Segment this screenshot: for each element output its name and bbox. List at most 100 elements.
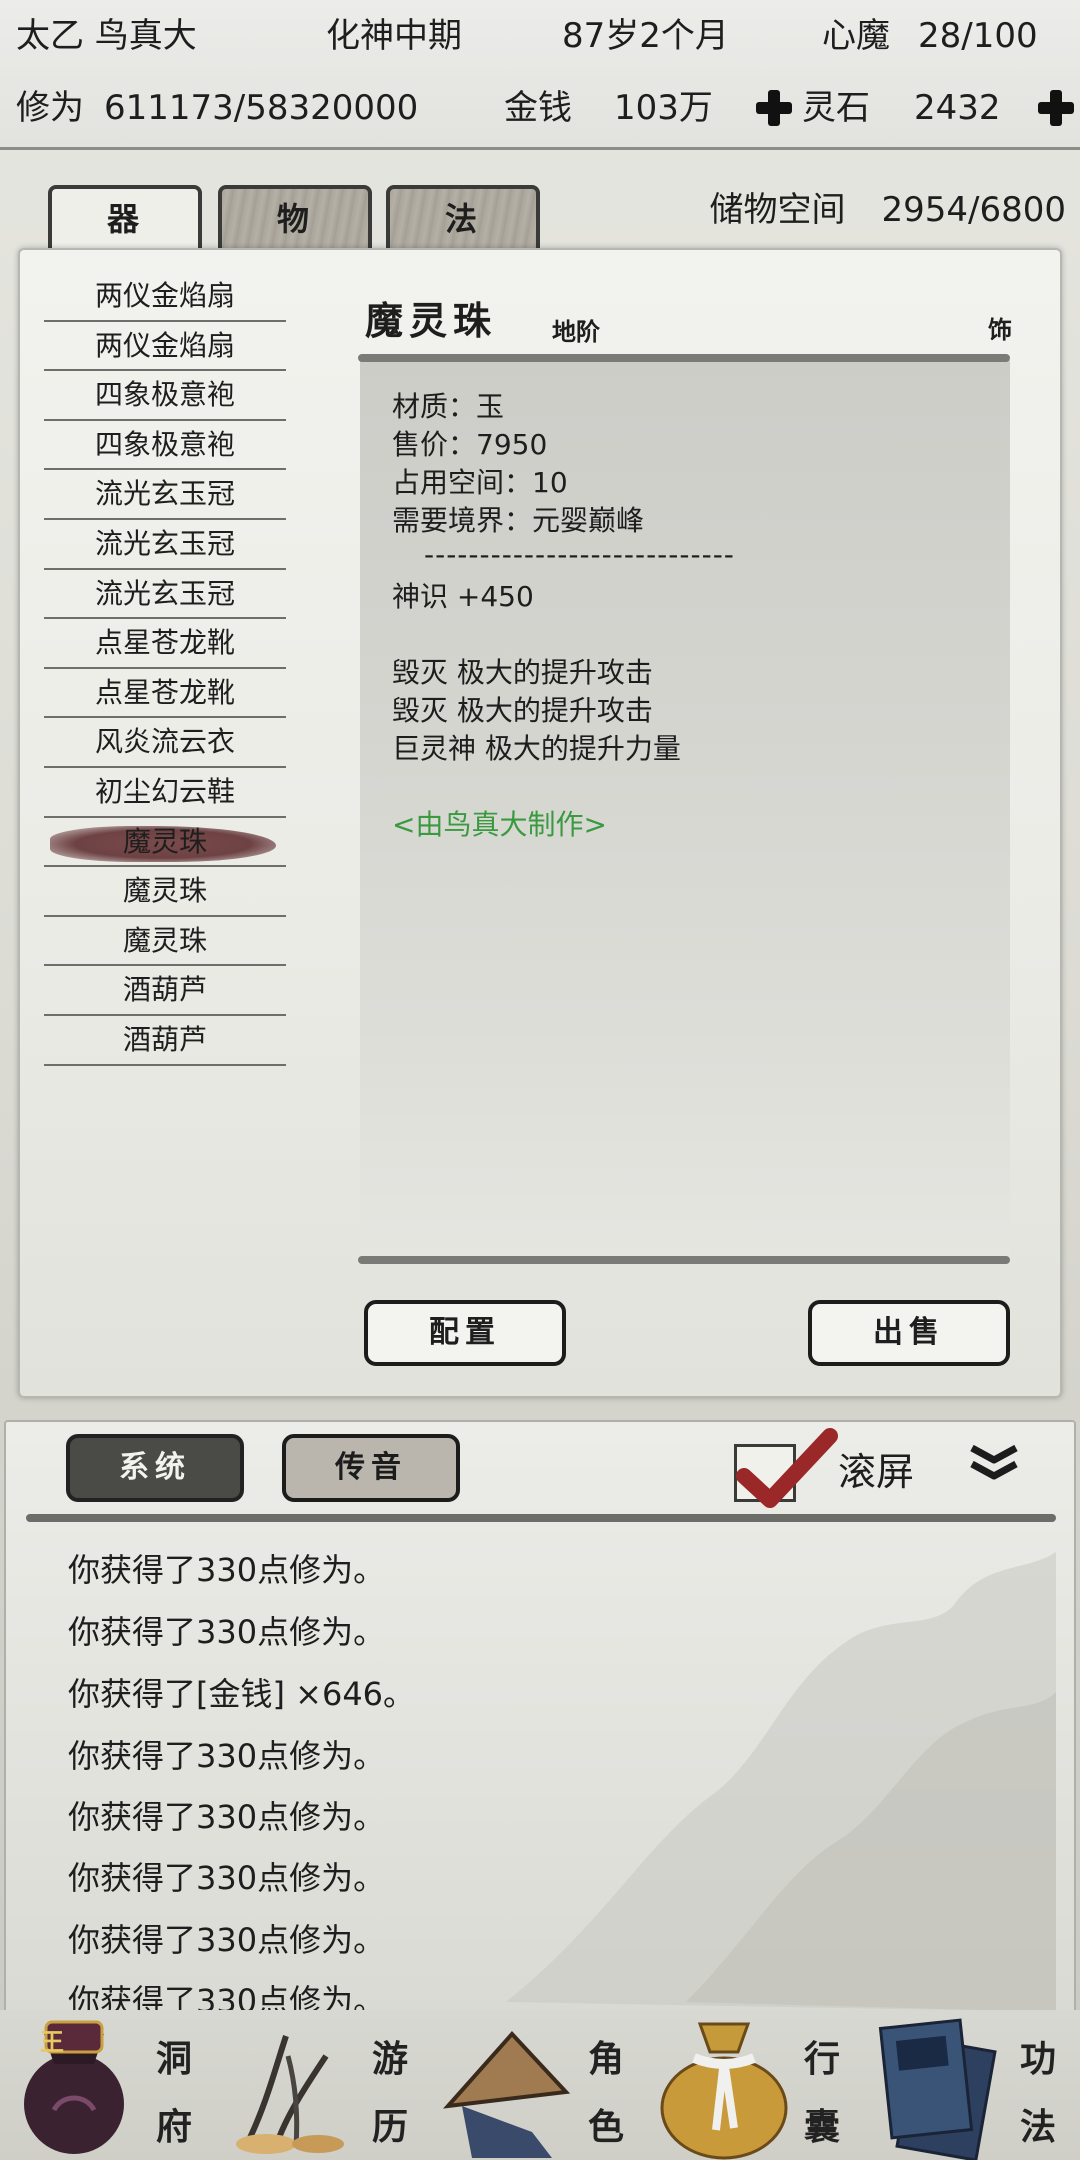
item-row[interactable]: 酒葫芦 <box>44 1016 286 1066</box>
nav-label-bottom: 囊 <box>804 2106 841 2148</box>
log-entry: 你获得了330点修为。 <box>68 1798 386 1836</box>
bottom-navigation: 王 洞 府 游 历 角 色 行 囊 功 法 <box>0 2010 1080 2160</box>
mountain-ink-decoration <box>506 1552 1056 2012</box>
item-row[interactable]: 流光玄玉冠 <box>44 520 286 570</box>
storage-capacity: 储物空间 2954/6800 <box>709 185 1066 235</box>
player-age: 87岁2个月 <box>562 16 729 56</box>
nav-badge: 王 <box>40 2028 64 2056</box>
detail-requirement: 需要境界：元婴巅峰 <box>392 504 645 537</box>
player-name: 太乙 鸟真大 <box>16 16 197 56</box>
log-entry: 你获得了330点修为。 <box>68 1859 386 1897</box>
log-entry: 你获得了[金钱] ×646。 <box>68 1675 416 1713</box>
item-name: 点星苍龙靴 <box>94 675 235 709</box>
item-detail-name: 魔灵珠 <box>365 298 498 343</box>
nav-label-bottom: 色 <box>588 2106 625 2148</box>
item-name: 流光玄玉冠 <box>94 576 235 610</box>
item-name: 初尘幻云鞋 <box>94 774 235 808</box>
item-list: 两仪金焰扇 两仪金焰扇 四象极意袍 四象极意袍 流光玄玉冠 流光玄玉冠 流光玄玉冠 点星苍龙靴… <box>44 272 286 1066</box>
books-icon <box>878 2018 997 2160</box>
detail-divider: ---------------------------- <box>424 538 735 571</box>
item-row[interactable]: 流光玄玉冠 <box>44 470 286 520</box>
item-detail-slot: 饰 <box>988 315 1012 344</box>
item-row[interactable]: 两仪金焰扇 <box>44 272 286 322</box>
nav-label-bottom: 府 <box>156 2106 193 2148</box>
log-entry: 你获得了330点修为。 <box>68 1921 386 1959</box>
log-entry: 你获得了330点修为。 <box>68 1613 386 1651</box>
item-name: 流光玄玉冠 <box>94 526 235 560</box>
tab-items[interactable]: 物 <box>218 185 372 251</box>
item-row[interactable]: 两仪金焰扇 <box>44 322 286 372</box>
nav-label-bottom: 历 <box>372 2106 409 2148</box>
nav-techniques[interactable]: 功 法 <box>864 2010 1080 2160</box>
detail-bottom-divider <box>358 1256 1010 1264</box>
nav-label-bottom: 法 <box>1020 2106 1057 2148</box>
item-name: 酒葫芦 <box>122 973 207 1007</box>
pouch-icon <box>660 2022 788 2160</box>
add-spirit-stone-plus-icon[interactable] <box>1036 88 1076 128</box>
item-name: 两仪金焰扇 <box>94 279 235 312</box>
item-name: 风炎流云衣 <box>94 725 235 759</box>
money-value: 103万 <box>614 88 713 128</box>
tab-system[interactable]: 系统 <box>66 1434 244 1502</box>
item-row[interactable]: 魔灵珠 <box>44 917 286 967</box>
tab-equipment[interactable]: 器 <box>48 185 202 251</box>
detail-maker: <由鸟真大制作> <box>392 808 607 841</box>
demon-label: 心魔 <box>822 16 890 56</box>
item-name: 四象极意袍 <box>94 378 235 412</box>
item-detail-grade: 地阶 <box>552 317 600 346</box>
spirit-stone-value: 2432 <box>914 88 1001 128</box>
item-name: 两仪金焰扇 <box>94 328 235 362</box>
item-row[interactable]: 四象极意袍 <box>44 371 286 421</box>
tab-techniques[interactable]: 法 <box>386 185 540 251</box>
straw-hat-icon <box>443 2031 571 2158</box>
detail-effect: 巨灵神 极大的提升力量 <box>392 732 681 765</box>
detail-effect: 毁灭 极大的提升攻击 <box>392 656 653 689</box>
item-row[interactable]: 点星苍龙靴 <box>44 669 286 719</box>
detail-effect: 毁灭 极大的提升攻击 <box>392 694 653 727</box>
player-realm: 化神中期 <box>326 16 462 56</box>
storage-value: 2954/6800 <box>881 190 1066 230</box>
nav-character[interactable]: 角 色 <box>432 2010 648 2160</box>
sell-button[interactable]: 出售 <box>808 1300 1010 1366</box>
detail-space: 占用空间：10 <box>392 466 568 499</box>
detail-price: 售价：7950 <box>392 428 548 461</box>
item-name: 魔灵珠 <box>122 874 207 908</box>
item-row[interactable]: 流光玄玉冠 <box>44 570 286 620</box>
nav-label-top: 游 <box>372 2038 409 2080</box>
item-name: 点星苍龙靴 <box>94 626 235 660</box>
item-row[interactable]: 初尘幻云鞋 <box>44 768 286 818</box>
nav-cave-dwelling[interactable]: 王 洞 府 <box>0 2010 216 2160</box>
cultivation-value: 611173/58320000 <box>104 88 419 128</box>
inventory-panel: 两仪金焰扇 两仪金焰扇 四象极意袍 四象极意袍 流光玄玉冠 流光玄玉冠 流光玄玉冠 点星苍龙靴… <box>18 248 1062 1398</box>
money-label: 金钱 <box>504 88 572 128</box>
item-name: 魔灵珠 <box>122 824 207 858</box>
equip-button[interactable]: 配置 <box>364 1300 566 1366</box>
double-chevron-down-icon[interactable] <box>966 1442 1022 1486</box>
item-row[interactable]: 四象极意袍 <box>44 421 286 471</box>
storage-label: 储物空间 <box>709 190 846 230</box>
item-row[interactable]: 风炎流云衣 <box>44 718 286 768</box>
nav-label-top: 功 <box>1020 2038 1057 2080</box>
item-row[interactable]: 点星苍龙靴 <box>44 619 286 669</box>
nav-label-top: 行 <box>804 2038 841 2080</box>
item-name: 魔灵珠 <box>122 923 207 957</box>
log-entry: 你获得了330点修为。 <box>68 1551 386 1589</box>
cultivation-label: 修为 <box>16 88 84 128</box>
tab-whisper[interactable]: 传音 <box>282 1434 460 1502</box>
checkmark-icon <box>736 1428 838 1508</box>
log-entry: 你获得了330点修为。 <box>68 1737 386 1775</box>
log-divider <box>26 1514 1056 1522</box>
auto-scroll-label: 滚屏 <box>838 1450 915 1494</box>
message-log-panel: 系统 传音 滚屏 你获得了330点修为。 你获得了330点修为。 你获得了[金钱… <box>4 1420 1076 2020</box>
detail-material: 材质：玉 <box>392 390 505 423</box>
nav-label-top: 洞 <box>156 2038 193 2080</box>
spirit-stone-label: 灵石 <box>802 88 870 128</box>
item-row[interactable]: 魔灵珠 <box>44 867 286 917</box>
nav-label-top: 角 <box>588 2038 625 2080</box>
herb-icon <box>236 2035 344 2154</box>
item-row[interactable]: 酒葫芦 <box>44 966 286 1016</box>
nav-backpack[interactable]: 行 囊 <box>648 2010 864 2160</box>
item-row-selected[interactable]: 魔灵珠 <box>44 818 286 868</box>
nav-travel[interactable]: 游 历 <box>216 2010 432 2160</box>
add-money-plus-icon[interactable] <box>754 88 794 128</box>
